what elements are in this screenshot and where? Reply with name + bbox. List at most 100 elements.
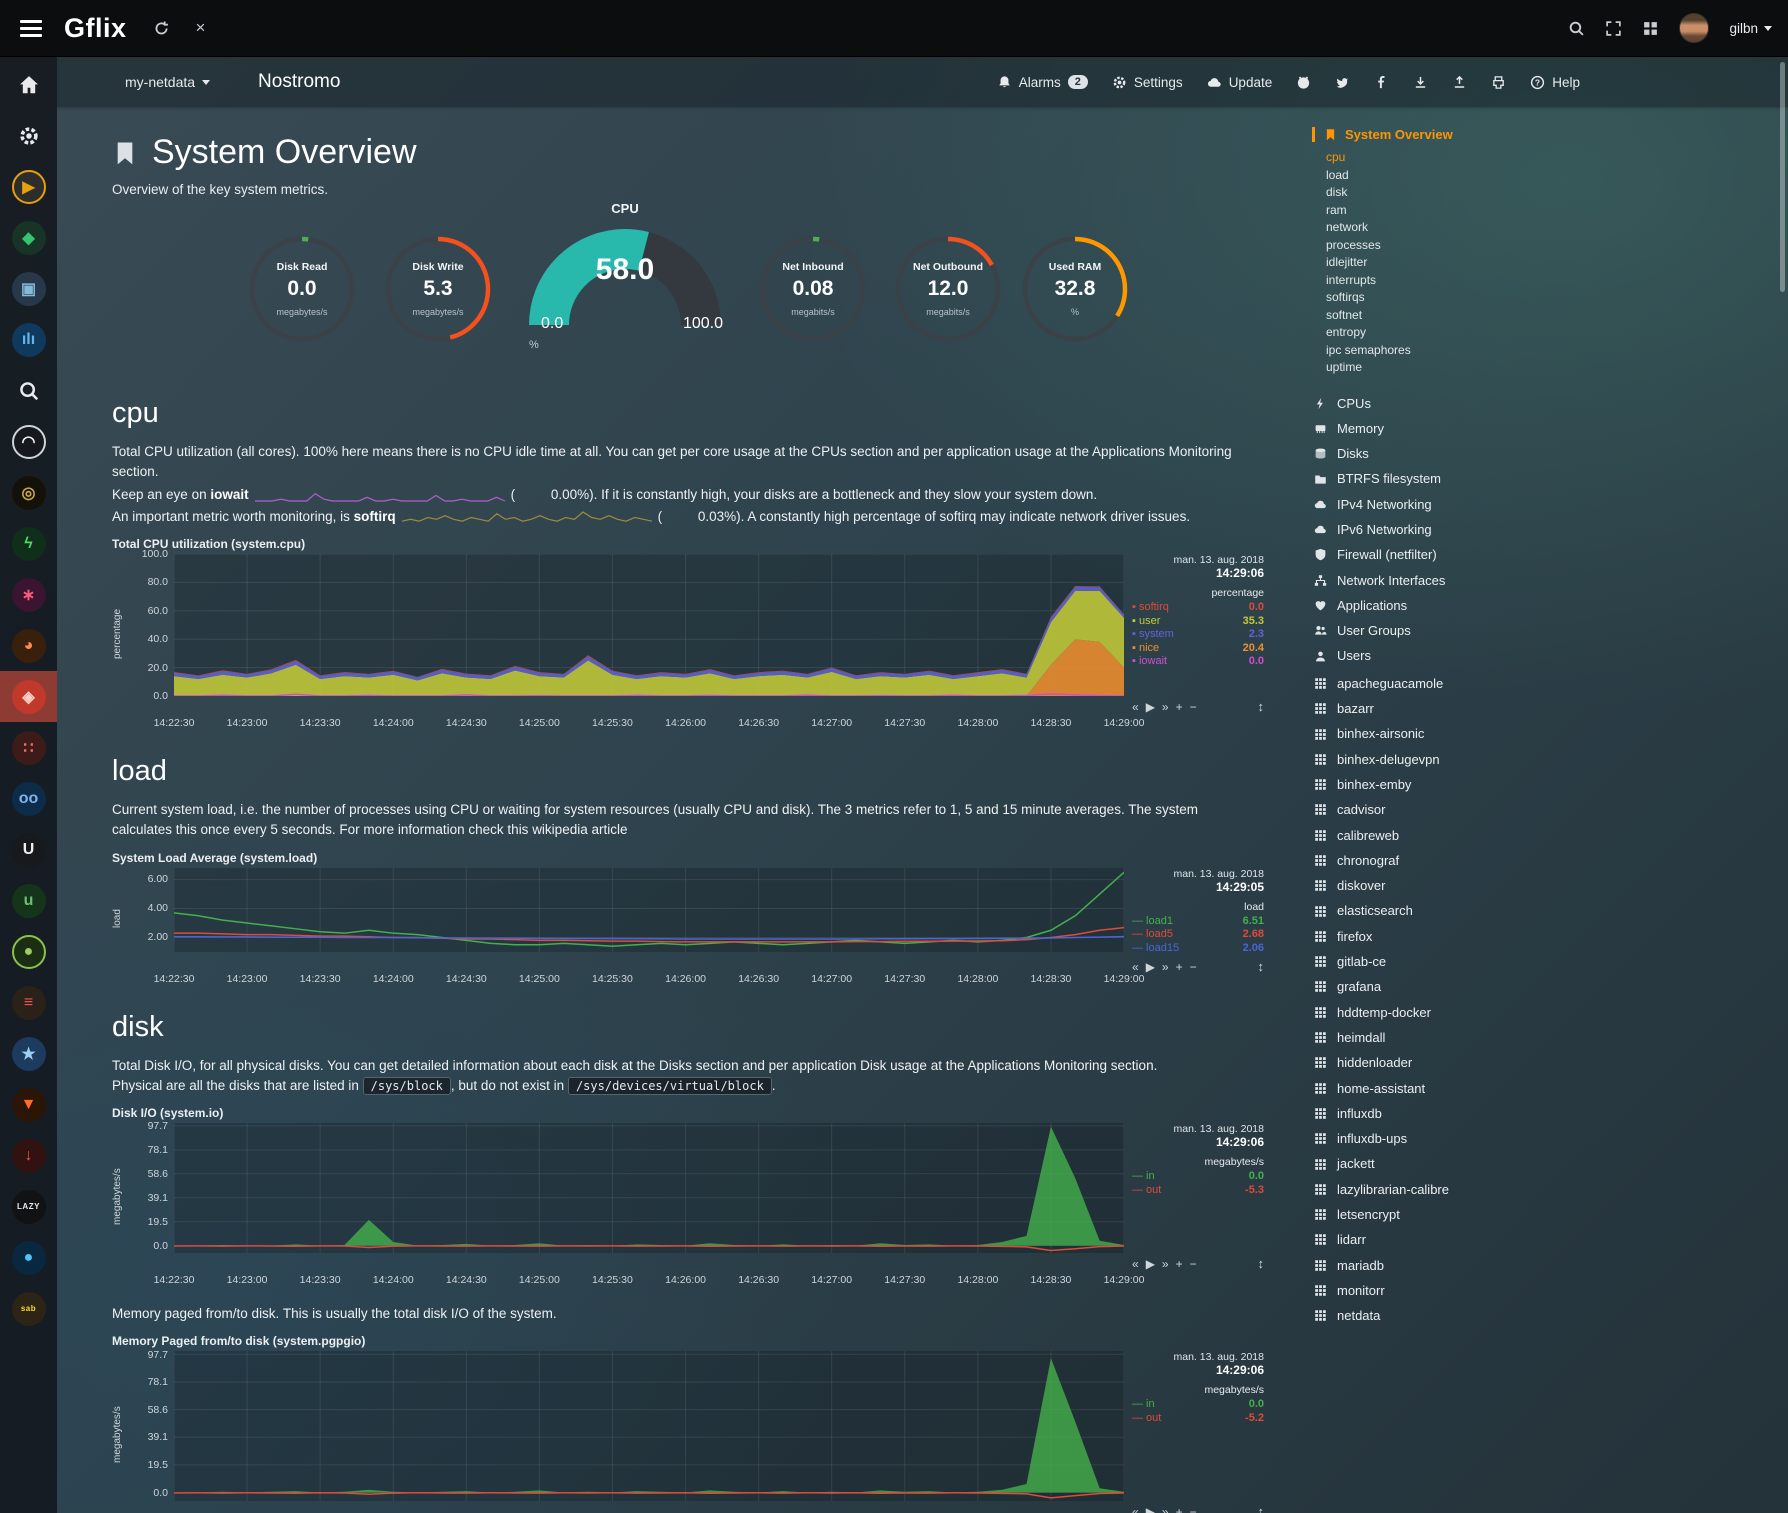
- netdata-nav-update[interactable]: Update: [1207, 75, 1273, 90]
- sidebar-section-network-interfaces[interactable]: Network Interfaces: [1312, 568, 1752, 593]
- sidebar-system-overview[interactable]: System Overview: [1312, 127, 1752, 142]
- sidebar-app-gold-ring-app[interactable]: ◎: [0, 467, 57, 518]
- sidebar-sub-uptime[interactable]: uptime: [1326, 359, 1752, 377]
- sidebar-app-airsonic[interactable]: ılı: [0, 314, 57, 365]
- gauge-cpu[interactable]: CPU58.00.0100.0%: [525, 201, 725, 351]
- chart-zoom-out-button[interactable]: −: [1190, 1257, 1197, 1271]
- chart-zoom-in-button[interactable]: +: [1176, 960, 1183, 974]
- sidebar-app-unraid[interactable]: U: [0, 824, 57, 875]
- sidebar-sub-load[interactable]: load: [1326, 167, 1752, 185]
- legend-item-load1[interactable]: — load16.51: [1132, 915, 1264, 929]
- sidebar-sub-entropy[interactable]: entropy: [1326, 324, 1752, 342]
- sidebar-app-bolt-app[interactable]: ϟ: [0, 518, 57, 569]
- server-dropdown[interactable]: my-netdata: [125, 74, 210, 90]
- sidebar-app-bars-app[interactable]: ≡: [0, 977, 57, 1028]
- sidebar-app-apacheguacamole[interactable]: apacheguacamole: [1312, 671, 1752, 696]
- sidebar-app-binhex-delugevpn[interactable]: binhex-delugevpn: [1312, 747, 1752, 772]
- chart-play-button[interactable]: ▶: [1146, 960, 1155, 974]
- chart-pan-backward-button[interactable]: «: [1132, 700, 1139, 714]
- sidebar-app-green-diamond-app[interactable]: ◆: [0, 212, 57, 263]
- sidebar-app-pink-app[interactable]: ∗: [0, 569, 57, 620]
- sidebar-app-chronograf[interactable]: chronograf: [1312, 848, 1752, 873]
- sidebar-app-bazarr[interactable]: bazarr: [1312, 696, 1752, 721]
- chart-pan-forward-button[interactable]: »: [1162, 1505, 1169, 1513]
- sidebar-sub-ram[interactable]: ram: [1326, 202, 1752, 220]
- sidebar-app-mariadb[interactable]: mariadb: [1312, 1253, 1752, 1278]
- legend-item-nice[interactable]: ▪ nice20.4: [1132, 642, 1264, 656]
- chart-zoom-out-button[interactable]: −: [1190, 1505, 1197, 1513]
- chart-zoom-in-button[interactable]: +: [1176, 1257, 1183, 1271]
- legend-item-iowait[interactable]: ▪ iowait0.0: [1132, 655, 1264, 669]
- sidebar-app-download-app[interactable]: ↓: [0, 1130, 57, 1181]
- gauge-used-ram[interactable]: Used RAM32.8%: [1019, 233, 1131, 373]
- sidebar-app-search-app[interactable]: [0, 365, 57, 416]
- chart-plot-area[interactable]: [174, 1123, 1124, 1253]
- sidebar-sub-idlejitter[interactable]: idlejitter: [1326, 254, 1752, 272]
- sidebar-section-cpus[interactable]: CPUs: [1312, 391, 1752, 416]
- sidebar-sub-cpu[interactable]: cpu: [1326, 149, 1752, 167]
- sidebar-app-water-drop-app[interactable]: ●: [0, 1232, 57, 1283]
- sidebar-sub-softirqs[interactable]: softirqs: [1326, 289, 1752, 307]
- sidebar-app-jackett[interactable]: jackett: [1312, 1151, 1752, 1176]
- sidebar-app-lazylibrarian[interactable]: LAZY: [0, 1181, 57, 1232]
- sidebar-section-disks[interactable]: Disks: [1312, 441, 1752, 466]
- sidebar-app-orange-swirl-app[interactable]: ◕: [0, 620, 57, 671]
- sidebar-app-cadvisor[interactable]: cadvisor: [1312, 797, 1752, 822]
- sidebar-app-monitorr[interactable]: monitorr: [1312, 1278, 1752, 1303]
- netdata-nav-facebook[interactable]: [1374, 75, 1389, 90]
- chart-pan-backward-button[interactable]: «: [1132, 1257, 1139, 1271]
- chart-resize-handle[interactable]: ↕: [1258, 1504, 1265, 1513]
- sidebar-app-binhex-airsonic[interactable]: binhex-airsonic: [1312, 721, 1752, 746]
- sidebar-section-user-groups[interactable]: User Groups: [1312, 618, 1752, 643]
- sidebar-app-settings[interactable]: [0, 110, 57, 161]
- sidebar-sub-interrupts[interactable]: interrupts: [1326, 272, 1752, 290]
- sidebar-app-elasticsearch[interactable]: elasticsearch: [1312, 898, 1752, 923]
- sidebar-section-memory[interactable]: Memory: [1312, 416, 1752, 441]
- sidebar-app-hddtemp-docker[interactable]: hddtemp-docker: [1312, 1000, 1752, 1025]
- sidebar-app-emby[interactable]: ◠: [0, 416, 57, 467]
- legend-item-in[interactable]: — in0.0: [1132, 1398, 1264, 1412]
- sidebar-section-ipv4-networking[interactable]: IPv4 Networking: [1312, 492, 1752, 517]
- chart-play-button[interactable]: ▶: [1146, 1505, 1155, 1513]
- sidebar-app-red-dots-app[interactable]: ∷: [0, 722, 57, 773]
- chart-zoom-in-button[interactable]: +: [1176, 1505, 1183, 1513]
- netdata-nav-twitter[interactable]: [1335, 75, 1350, 90]
- legend-item-in[interactable]: — in0.0: [1132, 1170, 1264, 1184]
- sidebar-section-ipv6-networking[interactable]: IPv6 Networking: [1312, 517, 1752, 542]
- legend-item-softirq[interactable]: ▪ softirq0.0: [1132, 601, 1264, 615]
- sidebar-app-firefox[interactable]: firefox: [1312, 924, 1752, 949]
- sidebar-app-container-app[interactable]: ▣: [0, 263, 57, 314]
- sidebar-app-star-window-app[interactable]: ★: [0, 1028, 57, 1079]
- sidebar-app-heimdall[interactable]: heimdall: [1312, 1025, 1752, 1050]
- chart-pan-forward-button[interactable]: »: [1162, 1257, 1169, 1271]
- chart-pan-forward-button[interactable]: »: [1162, 700, 1169, 714]
- menu-button[interactable]: [6, 0, 56, 57]
- chart-play-button[interactable]: ▶: [1146, 1257, 1155, 1271]
- gauge-net-inbound[interactable]: Net Inbound0.08megabits/s: [757, 233, 869, 373]
- sidebar-section-applications[interactable]: Applications: [1312, 593, 1752, 618]
- sidebar-app-gitlab-ce[interactable]: gitlab-ce: [1312, 949, 1752, 974]
- chart-zoom-out-button[interactable]: −: [1190, 700, 1197, 714]
- netdata-nav-download[interactable]: [1413, 75, 1428, 90]
- sidebar-section-firewall-netfilter-[interactable]: Firewall (netfilter): [1312, 542, 1752, 567]
- sidebar-sub-ipc-semaphores[interactable]: ipc semaphores: [1326, 342, 1752, 360]
- sidebar-app-pihole[interactable]: ◈: [0, 671, 57, 722]
- sidebar-app-grafana[interactable]: grafana: [1312, 974, 1752, 999]
- sidebar-section-btrfs-filesystem[interactable]: BTRFS filesystem: [1312, 466, 1752, 491]
- chart-plot-area[interactable]: [174, 554, 1124, 696]
- sidebar-app-influxdb-ups[interactable]: influxdb-ups: [1312, 1126, 1752, 1151]
- search-button[interactable]: [1568, 20, 1585, 37]
- legend-item-user[interactable]: ▪ user35.3: [1132, 615, 1264, 629]
- sidebar-app-green-u-app[interactable]: u: [0, 875, 57, 926]
- chart-resize-handle[interactable]: ↕: [1258, 1256, 1265, 1271]
- chart-resize-handle[interactable]: ↕: [1258, 959, 1265, 974]
- legend-item-load5[interactable]: — load52.68: [1132, 928, 1264, 942]
- legend-item-load15[interactable]: — load152.06: [1132, 942, 1264, 956]
- legend-item-out[interactable]: — out-5.3: [1132, 1184, 1264, 1198]
- user-menu[interactable]: gilbn: [1729, 21, 1772, 36]
- chart-pan-backward-button[interactable]: «: [1132, 1505, 1139, 1513]
- refresh-button[interactable]: [153, 20, 170, 37]
- sidebar-app-home-assistant[interactable]: home-assistant: [1312, 1076, 1752, 1101]
- sidebar-app-nextcloud[interactable]: oo: [0, 773, 57, 824]
- scrollbar[interactable]: [1780, 62, 1785, 292]
